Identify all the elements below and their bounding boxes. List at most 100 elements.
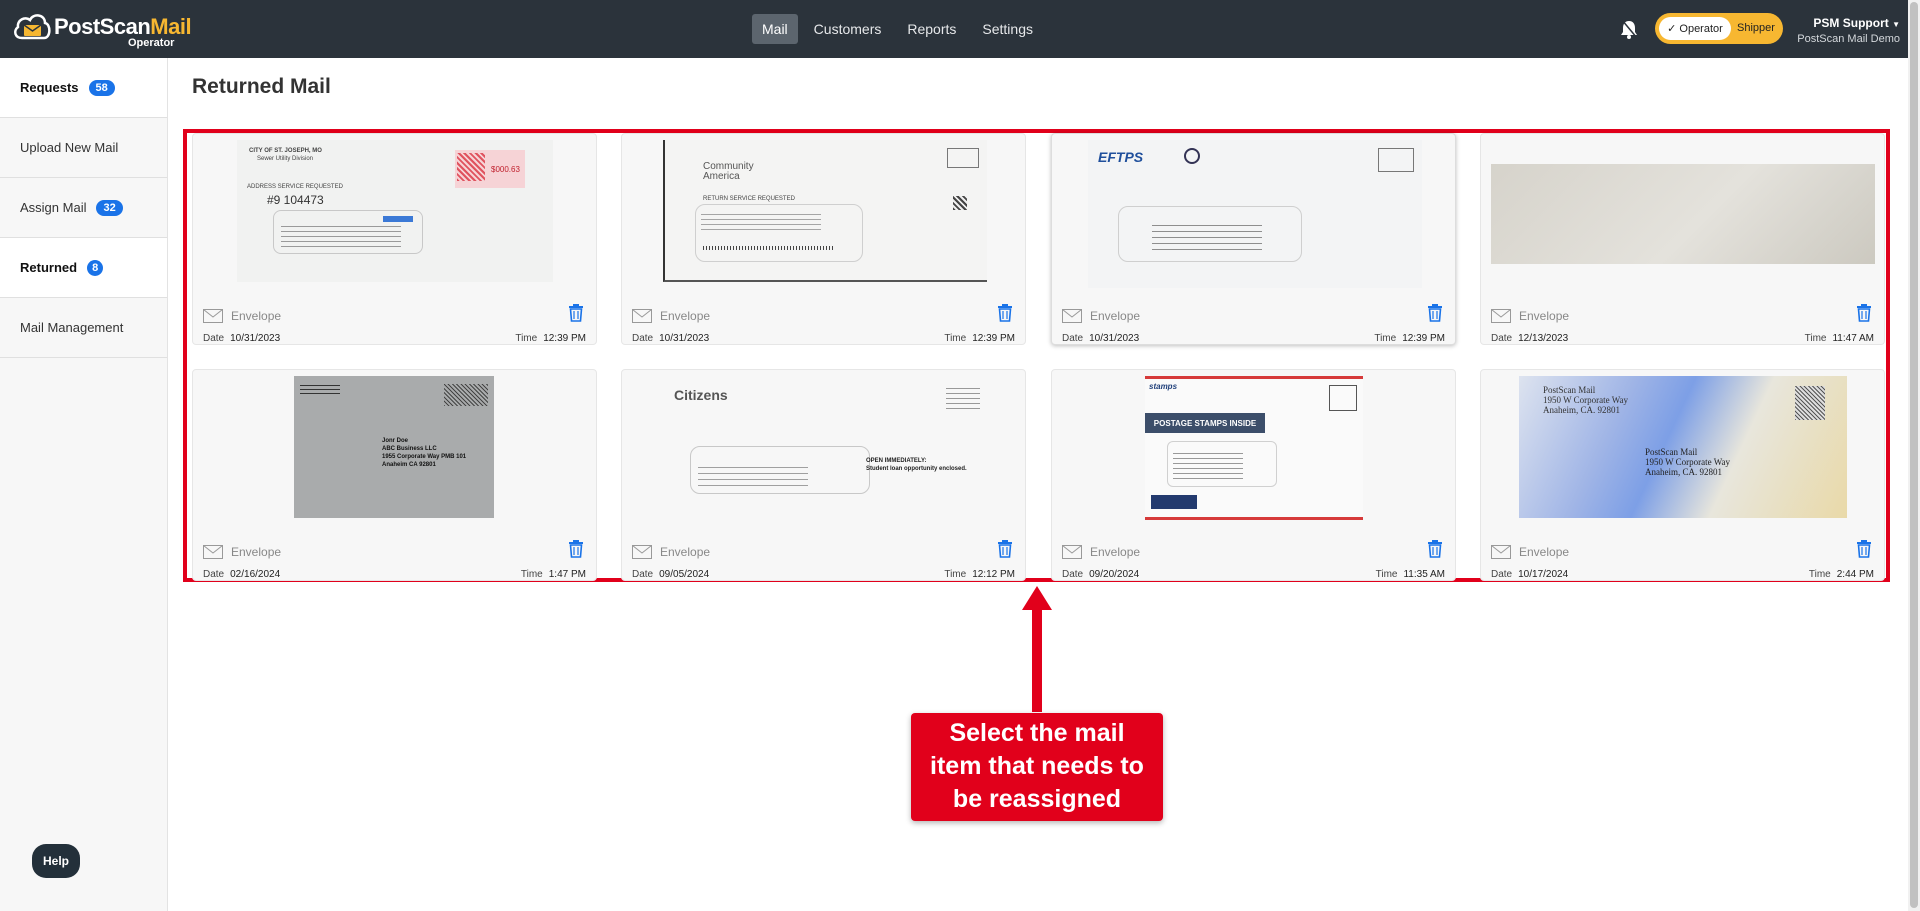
mail-card[interactable]: Citizens OPEN IMMEDIATELY: Student loan … [621, 369, 1026, 581]
return-address-lines [300, 382, 340, 396]
envelope-sender: Citizens [674, 387, 728, 403]
mail-time: Time 11:47 AM [1805, 333, 1874, 344]
mail-type: Envelope [1491, 309, 1569, 323]
notification-bell-icon[interactable] [1618, 18, 1640, 40]
mail-time: Time 2:44 PM [1809, 569, 1874, 580]
trash-icon[interactable] [1856, 540, 1872, 558]
envelope-thumbnail: Jonr Doe ABC Business LLC 1955 Corporate… [294, 376, 494, 518]
sidebar-item-returned[interactable]: Returned 8 [0, 238, 167, 298]
date-value: 02/16/2024 [230, 569, 281, 580]
envelope-note: OPEN IMMEDIATELY: [866, 458, 927, 464]
count-badge: 58 [88, 79, 115, 96]
envelope-thumbnail: PostScan Mail 1950 W Corporate Way Anahe… [1519, 376, 1847, 518]
time-value: 2:44 PM [1836, 569, 1874, 580]
date-label: Date [1491, 569, 1513, 580]
indicia-box [1378, 148, 1414, 172]
count-badge: 32 [96, 199, 123, 216]
mail-card[interactable]: CITY OF ST. JOSEPH, MO Sewer Utility Div… [192, 133, 597, 345]
nav-mail[interactable]: Mail [752, 14, 798, 44]
sidebar-item-upload-new-mail[interactable]: Upload New Mail [0, 118, 167, 178]
indicia-box [1329, 385, 1357, 411]
scrollbar-thumb[interactable] [1910, 2, 1918, 908]
page-title: Returned Mail [192, 75, 331, 98]
envelope-thumbnail: Citizens OPEN IMMEDIATELY: Student loan … [662, 376, 988, 518]
recipient-line: 1950 W Corporate Way [1645, 457, 1731, 467]
mail-time: Time 12:12 PM [944, 569, 1015, 580]
mail-type: Envelope [203, 309, 281, 323]
time-value: 11:47 AM [1832, 333, 1874, 344]
time-label: Time [515, 333, 538, 344]
time-label: Time [944, 333, 967, 344]
return-address-line: PostScan Mail [1543, 385, 1596, 395]
envelope-sender: EFTPS [1098, 149, 1144, 165]
sidebar-item-requests[interactable]: Requests 58 [0, 58, 167, 118]
mail-meta: Date 12/13/2023 Time 11:47 AM [1491, 333, 1874, 344]
barcode [703, 246, 833, 250]
sidebar: Requests 58 Upload New Mail Assign Mail … [0, 58, 168, 911]
user-menu[interactable]: PSM Support ▼ PostScan Mail Demo [1780, 16, 1900, 45]
return-address-line: Anaheim, CA. 92801 [1543, 405, 1620, 415]
check-icon: ✓ [1667, 23, 1677, 35]
time-value: 12:39 PM [543, 333, 586, 344]
stamps-logo: stamps [1149, 382, 1178, 391]
trash-icon[interactable] [1427, 304, 1443, 322]
usps-logo [1151, 495, 1197, 509]
role-selected-label: Operator [1679, 22, 1723, 35]
mail-time: Time 1:47 PM [521, 569, 586, 580]
trash-icon[interactable] [1427, 540, 1443, 558]
trash-icon[interactable] [1856, 304, 1872, 322]
mail-meta: Date 10/31/2023 Time 12:39 PM [1062, 333, 1445, 344]
annotation-arrow-icon [1022, 586, 1052, 712]
mail-card[interactable]: Envelope Date 12/13/2023 Time 11:47 AM [1480, 133, 1885, 345]
role-toggle[interactable]: ✓ Operator Shipper [1655, 13, 1783, 44]
date-label: Date [203, 333, 225, 344]
time-value: 11:35 AM [1403, 569, 1445, 580]
time-value: 12:12 PM [972, 569, 1015, 580]
envelope-text: #9 104473 [267, 193, 324, 207]
envelope-thumbnail [1491, 164, 1875, 264]
mail-card[interactable]: EFTPS Envelope Date 10/31/2023 Time 12:39 … [1051, 133, 1456, 345]
mail-meta: Date 09/20/2024 Time 11:35 AM [1062, 569, 1445, 580]
time-value: 12:39 PM [1402, 333, 1445, 344]
postscanmail-logo[interactable]: PostScanMail Operator [12, 10, 192, 50]
sidebar-item-assign-mail[interactable]: Assign Mail 32 [0, 178, 167, 238]
mail-date: Date 02/16/2024 [203, 569, 280, 580]
role-option-operator[interactable]: ✓ Operator [1659, 17, 1731, 40]
time-label: Time [1374, 333, 1397, 344]
mail-date: Date 10/31/2023 [632, 333, 709, 344]
qr-code [953, 196, 967, 210]
envelope-sender: Community America [703, 161, 754, 182]
mail-card[interactable]: PostScan Mail 1950 W Corporate Way Anahe… [1480, 369, 1885, 581]
trash-icon[interactable] [568, 540, 584, 558]
sidebar-item-mail-management[interactable]: Mail Management [0, 298, 167, 358]
barcode-tag [383, 216, 413, 222]
mail-card[interactable]: Jonr Doe ABC Business LLC 1955 Corporate… [192, 369, 597, 581]
nav-settings[interactable]: Settings [972, 14, 1043, 44]
sidebar-item-label: Assign Mail [20, 200, 87, 215]
mail-card[interactable]: Community America RETURN SERVICE REQUEST… [621, 133, 1026, 345]
time-label: Time [1808, 569, 1831, 580]
role-option-shipper[interactable]: Shipper [1737, 22, 1775, 34]
trash-icon[interactable] [568, 304, 584, 322]
caret-down-icon: ▼ [1892, 20, 1900, 29]
mail-type: Envelope [203, 545, 281, 559]
mail-type: Envelope [632, 309, 710, 323]
nav-reports[interactable]: Reports [897, 14, 966, 44]
mail-date: Date 10/31/2023 [1062, 333, 1139, 344]
time-label: Time [520, 569, 543, 580]
user-org: PostScan Mail Demo [1797, 33, 1900, 45]
envelope-address-lines [1152, 220, 1262, 250]
help-button[interactable]: Help [32, 844, 80, 878]
annotation-callout: Select the mail item that needs to be re… [911, 713, 1163, 821]
nav-customers[interactable]: Customers [804, 14, 892, 44]
recipient-line: PostScan Mail [1645, 447, 1698, 457]
date-label: Date [203, 569, 225, 580]
trash-icon[interactable] [997, 540, 1013, 558]
mail-time: Time 12:39 PM [515, 333, 586, 344]
mail-card[interactable]: stamps POSTAGE STAMPS INSIDE Envelope Da… [1051, 369, 1456, 581]
mail-type-label: Envelope [1090, 545, 1141, 559]
recipient-line: 1955 Corporate Way PMB 101 [382, 454, 467, 460]
trash-icon[interactable] [997, 304, 1013, 322]
envelope-thumbnail: CITY OF ST. JOSEPH, MO Sewer Utility Div… [237, 140, 553, 282]
mail-meta: Date 09/05/2024 Time 12:12 PM [632, 569, 1015, 580]
